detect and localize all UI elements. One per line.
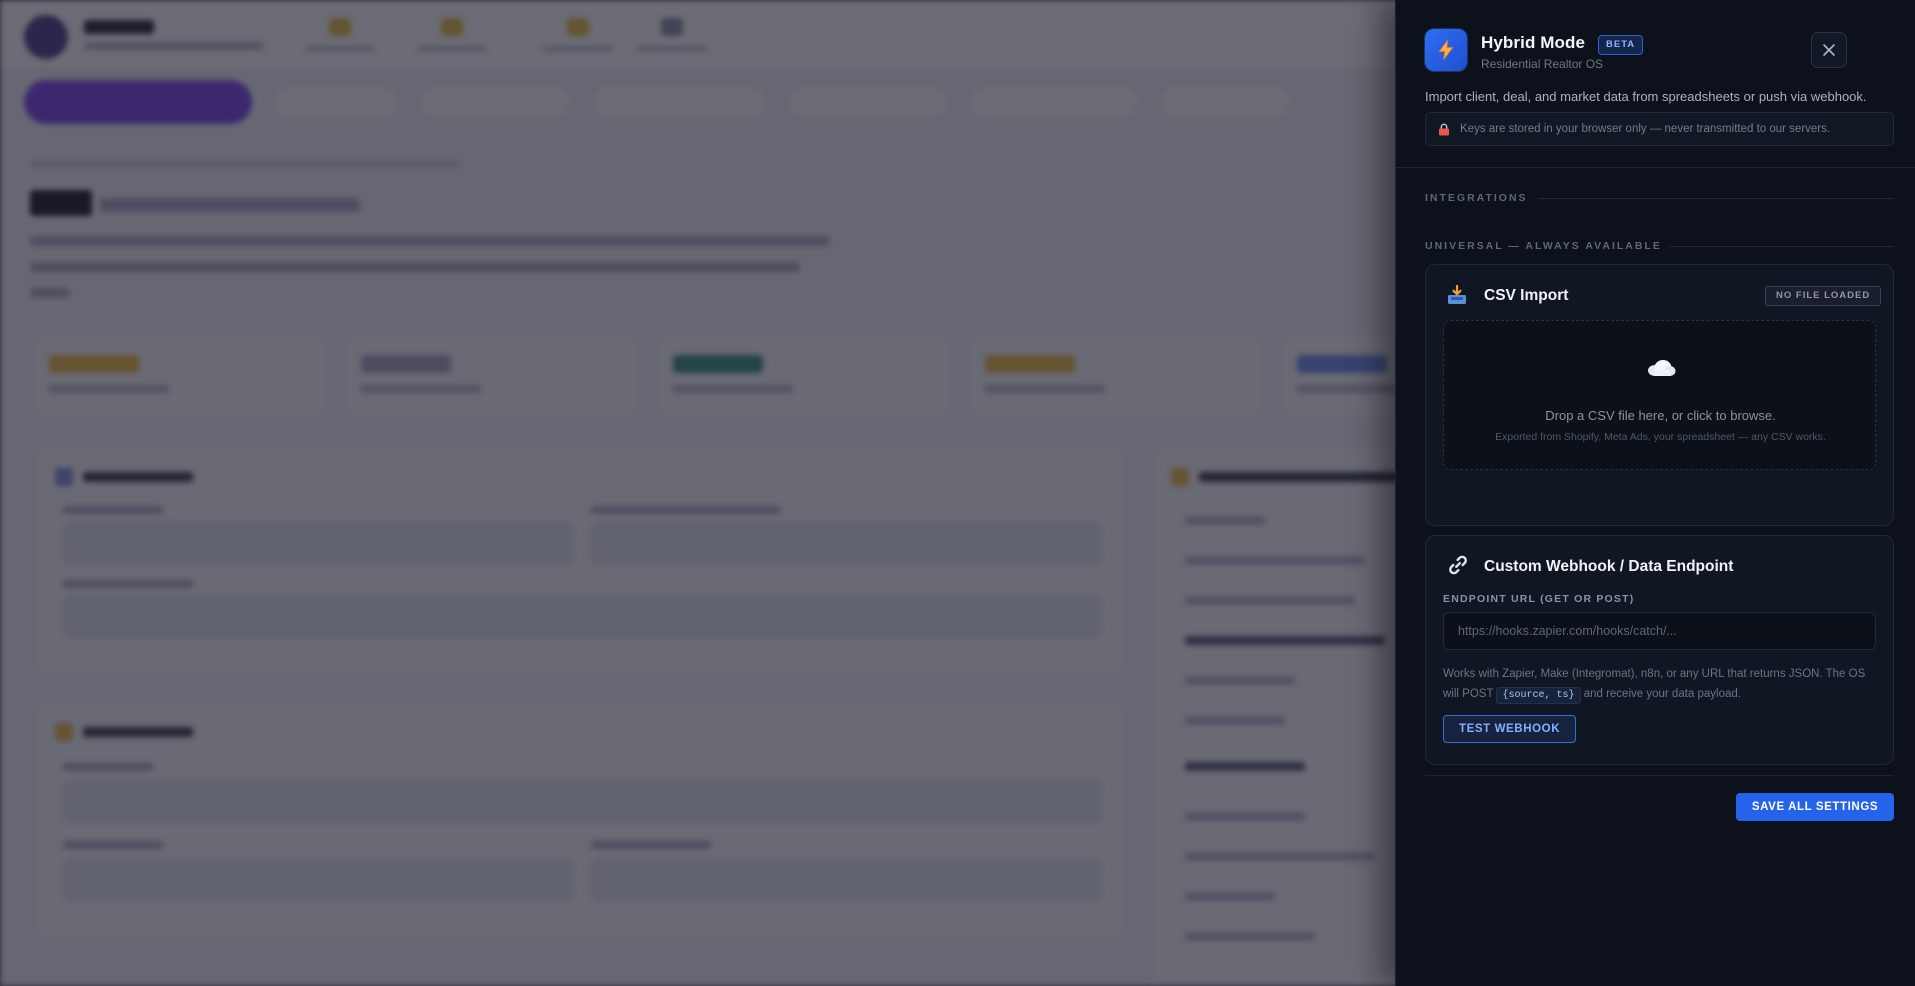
- csv-import-card: CSV Import NO FILE LOADED Drop a CSV fil…: [1425, 264, 1894, 526]
- section-divider: [1538, 198, 1894, 199]
- inbox-tray-icon: [1446, 284, 1468, 306]
- security-notice: Keys are stored in your browser only — n…: [1425, 112, 1894, 146]
- dropzone-hint: Exported from Shopify, Meta Ads, your sp…: [1495, 431, 1826, 443]
- webhook-title: Custom Webhook / Data Endpoint: [1484, 558, 1734, 575]
- lightning-bolt-icon: [1425, 29, 1467, 71]
- endpoint-url-label: ENDPOINT URL (GET OR POST): [1443, 593, 1635, 605]
- webhook-card: Custom Webhook / Data Endpoint ENDPOINT …: [1425, 535, 1894, 765]
- panel-title: Hybrid Mode: [1481, 33, 1586, 52]
- payload-code: {source, ts}: [1496, 687, 1581, 704]
- beta-badge: BETA: [1598, 35, 1644, 55]
- section-divider: [1670, 246, 1894, 247]
- footer-divider: [1425, 775, 1894, 776]
- endpoint-url-input[interactable]: [1443, 612, 1876, 650]
- save-all-settings-button[interactable]: SAVE ALL SETTINGS: [1736, 793, 1894, 821]
- link-icon: [1446, 553, 1470, 577]
- webhook-help-text: Works with Zapier, Make (Integromat), n8…: [1443, 664, 1883, 704]
- lock-icon: [1439, 123, 1449, 135]
- hybrid-mode-panel: Hybrid Mode BETA Residential Realtor OS …: [1395, 0, 1915, 986]
- cloud-icon: [1648, 360, 1676, 376]
- panel-description: Import client, deal, and market data fro…: [1425, 89, 1867, 104]
- test-webhook-button[interactable]: TEST WEBHOOK: [1443, 715, 1577, 743]
- close-icon: [1823, 44, 1835, 56]
- csv-dropzone[interactable]: Drop a CSV file here, or click to browse…: [1443, 320, 1876, 470]
- file-status-badge: NO FILE LOADED: [1765, 286, 1882, 306]
- close-button[interactable]: [1811, 32, 1847, 68]
- security-notice-text: Keys are stored in your browser only — n…: [1460, 123, 1831, 135]
- section-label-integrations: INTEGRATIONS: [1425, 192, 1528, 204]
- dropzone-text: Drop a CSV file here, or click to browse…: [1545, 408, 1776, 423]
- panel-subtitle: Residential Realtor OS: [1481, 57, 1604, 71]
- panel-header: Hybrid Mode BETA Residential Realtor OS …: [1396, 0, 1915, 168]
- csv-import-title: CSV Import: [1484, 287, 1569, 304]
- section-label-universal: UNIVERSAL — ALWAYS AVAILABLE: [1425, 240, 1662, 252]
